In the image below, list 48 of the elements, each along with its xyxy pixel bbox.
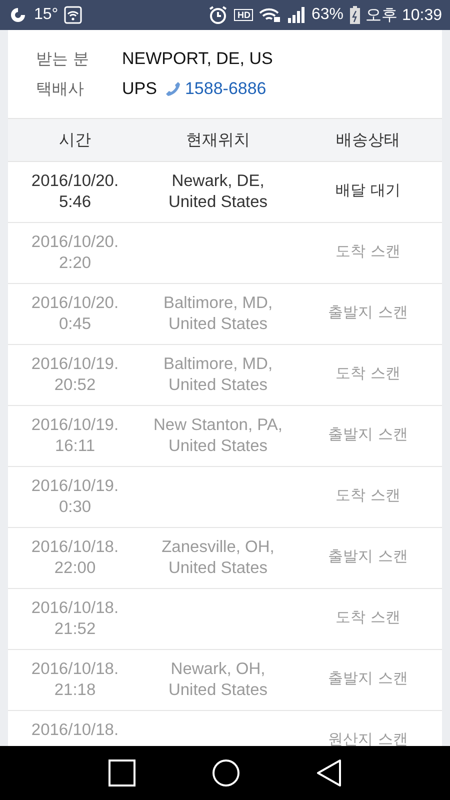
status-cell: 도착 스캔: [336, 607, 400, 628]
status-cell: 출발지 스캔: [328, 546, 408, 567]
time-cell-text: 2016/10/18.: [30, 720, 120, 741]
clock: 오후 10:39: [366, 6, 442, 26]
time-cell-text: 2016/10/19. 0:30: [30, 476, 120, 518]
location-cell-text: Baltimore, MD, United States: [162, 293, 274, 335]
field-value: NEWPORT, DE, US: [122, 49, 273, 69]
temperature: 15°: [34, 6, 58, 24]
location-cell-text: Newark, OH, United States: [167, 659, 269, 701]
time-cell-text: 2016/10/19. 16:11: [30, 415, 120, 457]
location-cell-text: Zanesville, OH, United States: [160, 537, 276, 579]
hd-badge: HD: [234, 9, 254, 21]
square-button-icon[interactable]: [108, 759, 136, 787]
carrier-logo-icon: [8, 6, 28, 24]
column-header: 시간: [58, 130, 92, 150]
time-cell-text: 2016/10/18. 21:18: [30, 659, 120, 701]
status-cell: 도착 스캔: [336, 485, 400, 506]
phone-icon: [164, 81, 181, 97]
wifi-icon: [259, 7, 282, 23]
alarm-icon: [208, 5, 228, 25]
time-cell-text: 2016/10/20. 5:46: [30, 171, 120, 213]
time-cell-text: 2016/10/18. 22:00: [30, 537, 120, 579]
time-cell-text: 2016/10/19. 20:52: [30, 354, 120, 396]
phone-link[interactable]: 1588-6886: [184, 79, 266, 99]
time-cell-text: 2016/10/18. 21:52: [30, 598, 120, 640]
status-cell: 도착 스캔: [336, 241, 400, 262]
status-cell: 출발지 스캔: [328, 424, 408, 445]
status-cell: 도착 스캔: [336, 363, 400, 384]
time-cell-text: 2016/10/20. 2:20: [30, 232, 120, 274]
status-cell: 출발지 스캔: [328, 302, 408, 323]
status-cell: 배달 대기: [336, 180, 400, 201]
wifi-icon: [64, 6, 82, 24]
field-label: 택배사: [36, 78, 85, 100]
battery-icon: [350, 6, 360, 24]
column-header: 현재위치: [185, 130, 251, 150]
time-cell-text: 2016/10/20. 0:45: [30, 293, 120, 335]
status-cell: 출발지 스캔: [328, 668, 408, 689]
location-cell-text: New Stanton, PA, United States: [152, 415, 284, 457]
home-button-icon[interactable]: [212, 759, 240, 787]
status-cell: 원산지 스캔: [328, 729, 408, 746]
field-value: UPS: [122, 79, 157, 99]
column-header: 배송상태: [335, 130, 401, 150]
location-cell-text: Baltimore, MD, United States: [162, 354, 274, 396]
battery-percent: 63%: [311, 6, 344, 24]
back-button-icon[interactable]: [316, 759, 342, 787]
field-label: 받는 분: [36, 48, 90, 70]
location-cell-text: Newark, DE, United States: [167, 171, 269, 213]
signal-icon: [287, 7, 306, 23]
